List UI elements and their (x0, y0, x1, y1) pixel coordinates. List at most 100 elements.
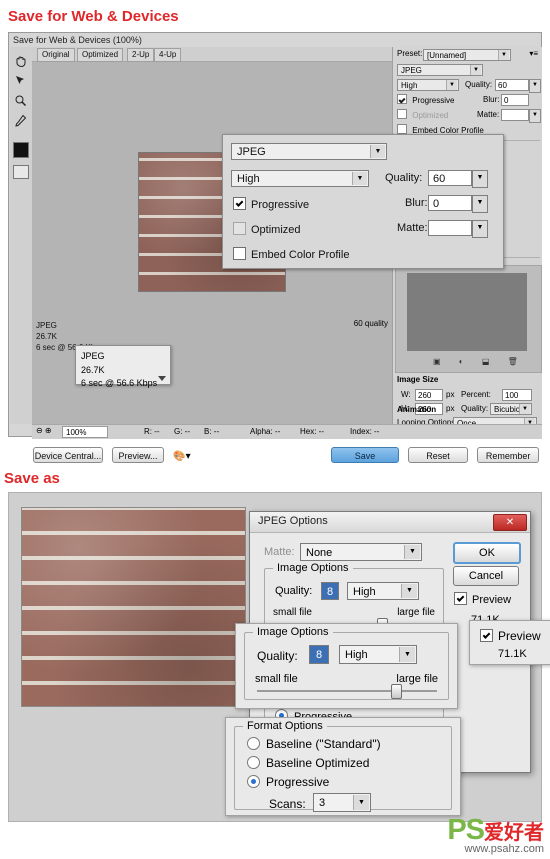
callout-quality-input[interactable]: 60 (428, 170, 472, 186)
ok-button[interactable]: OK (453, 542, 521, 564)
optimized-label: Optimized (412, 111, 449, 120)
preview-button[interactable]: Preview... (112, 447, 165, 463)
eyedropper-icon[interactable] (11, 111, 31, 130)
chevron-down-icon: ▼ (519, 404, 530, 414)
callout-progressive-label: Progressive (251, 199, 310, 211)
preview-tabs: Original Optimized 2-Up 4-Up (32, 47, 392, 62)
blur-label: Blur: (483, 95, 500, 104)
callout-quality-stepper[interactable]: ▼ (472, 170, 488, 188)
callout-compression-value: High (237, 173, 260, 185)
zoom-level-select[interactable]: 100% (62, 426, 108, 438)
blur-input[interactable]: 0 (501, 94, 529, 106)
callout-scans-select[interactable]: 3 ▼ (313, 793, 371, 812)
callout-blur-label: Blur: (405, 197, 428, 209)
callout-quality-slider-knob[interactable] (391, 684, 402, 699)
callout-radio-baseline-optimized[interactable]: Baseline Optimized (247, 756, 369, 770)
callout-quality-label: Quality: (257, 649, 298, 663)
slice-select-icon[interactable] (11, 71, 31, 90)
px-label: px (446, 390, 455, 399)
status-r: R: -- (144, 427, 160, 436)
hand-icon[interactable] (11, 51, 31, 70)
tab-2up[interactable]: 2-Up (127, 48, 155, 62)
callout-format-value: JPEG (237, 146, 266, 158)
callout-radio-progressive[interactable]: Progressive (247, 775, 329, 789)
zoom-icon[interactable] (11, 91, 31, 110)
jpeg-settings-zoom-callout: JPEG ▼ High ▼ Quality: 60 ▼ Progressive … (222, 134, 504, 269)
device-central-button[interactable]: Device Central... (33, 447, 103, 463)
large-file-label: large file (397, 607, 435, 618)
quality-input[interactable]: 60 (495, 79, 529, 91)
chevron-down-icon: ▼ (401, 584, 417, 598)
callout-optimized-checkbox[interactable]: Optimized (233, 222, 301, 236)
callout-image-options-title: Image Options (253, 626, 333, 638)
reset-button[interactable]: Reset (408, 447, 469, 463)
info-format: JPEG (36, 321, 57, 330)
matte-select[interactable]: None ▼ (300, 543, 422, 561)
optimized-checkbox[interactable] (397, 109, 410, 120)
percent-input[interactable]: 100 (502, 389, 532, 401)
close-icon[interactable]: ✕ (493, 514, 527, 531)
zoom-icons[interactable]: ⊖ ⊕ (36, 426, 52, 435)
chevron-down-icon[interactable] (158, 376, 166, 381)
foreground-color-swatch[interactable] (13, 142, 29, 158)
image-options-title: Image Options (273, 562, 353, 574)
zoom-level-value: 100% (66, 428, 87, 437)
callout-preview-checkbox[interactable]: Preview (480, 629, 541, 643)
quality-name-select[interactable]: High ▼ (347, 582, 419, 600)
matte-input[interactable] (501, 109, 529, 121)
watermark-cn: 爱好者 (484, 822, 544, 844)
callout-large-file-label: large file (396, 673, 438, 685)
callout-blur-stepper[interactable]: ▼ (472, 195, 488, 213)
browser-preview-icon[interactable]: 🎨▾ (173, 451, 190, 462)
callout-blur-input[interactable]: 0 (428, 195, 472, 211)
remember-button[interactable]: Remember (477, 447, 540, 463)
resample-quality-select[interactable]: Bicubic ▼ (490, 403, 532, 415)
chevron-down-icon: ▼ (404, 545, 420, 559)
tab-original[interactable]: Original (37, 48, 75, 62)
callout-baseline-optimized-label: Baseline Optimized (266, 756, 370, 770)
tab-4up[interactable]: 4-Up (154, 48, 182, 62)
callout-radio-baseline-standard[interactable]: Baseline ("Standard") (247, 737, 381, 751)
callout-embed-profile-checkbox[interactable]: Embed Color Profile (233, 247, 349, 261)
callout-baseline-standard-label: Baseline ("Standard") (266, 737, 381, 751)
callout-matte-input[interactable] (428, 220, 472, 236)
callout-format-options-group: Format Options Baseline ("Standard") Bas… (234, 720, 452, 812)
callout-quality-input[interactable]: 8 (309, 645, 329, 664)
chevron-down-icon: ▼ (352, 172, 367, 185)
callout-optimized-label: Optimized (251, 224, 301, 236)
format-options-zoom-callout: Format Options Baseline ("Standard") Bas… (225, 717, 461, 816)
preview-zoom-callout: Preview 71.1K (469, 620, 550, 665)
callout-scans-label: Scans: (269, 797, 306, 811)
brick-wall-photo (21, 507, 246, 707)
cancel-button[interactable]: Cancel (453, 566, 519, 586)
status-index: Index: -- (350, 427, 380, 436)
progressive-checkbox[interactable] (397, 94, 410, 105)
toggle-slices-icon[interactable] (13, 165, 29, 179)
color-table-buttons[interactable]: ▣ ◐ ⬓ 🗑 (433, 357, 526, 366)
callout-matte-dropdown-arrow[interactable]: ▼ (472, 220, 488, 238)
callout-format-select[interactable]: JPEG ▼ (231, 143, 387, 160)
quality-stepper[interactable]: ▼ (529, 79, 541, 93)
preview-checkbox[interactable]: Preview (454, 592, 511, 606)
tab-optimized[interactable]: Optimized (77, 48, 124, 62)
resample-quality-label: Quality: (461, 404, 489, 413)
matte-dropdown-arrow[interactable]: ▼ (529, 109, 541, 123)
callout-progressive-checkbox[interactable]: Progressive (233, 197, 309, 211)
compression-quality-select[interactable]: High ▼ (397, 79, 459, 91)
panel-menu-icon[interactable]: ▾≡ (529, 49, 538, 58)
quality-label: Quality: (275, 585, 313, 597)
callout-compression-select[interactable]: High ▼ (231, 170, 369, 187)
format-select[interactable]: JPEG ▼ (397, 64, 483, 76)
dialog-titlebar: JPEG Options ✕ (250, 512, 530, 533)
tool-palette (10, 47, 33, 424)
compression-quality-value: High (401, 81, 418, 90)
preset-select[interactable]: [Unnamed] ▼ (423, 49, 511, 61)
callout-quality-slider-track[interactable] (257, 690, 437, 692)
save-button[interactable]: Save (331, 447, 399, 463)
callout-quality-name-select[interactable]: High ▼ (339, 645, 417, 664)
width-input[interactable]: 260 (415, 389, 443, 401)
callout-scans-value: 3 (319, 797, 326, 809)
px-label-2: px (446, 404, 455, 413)
preset-label: Preset: (397, 49, 423, 58)
quality-input[interactable]: 8 (321, 582, 339, 600)
